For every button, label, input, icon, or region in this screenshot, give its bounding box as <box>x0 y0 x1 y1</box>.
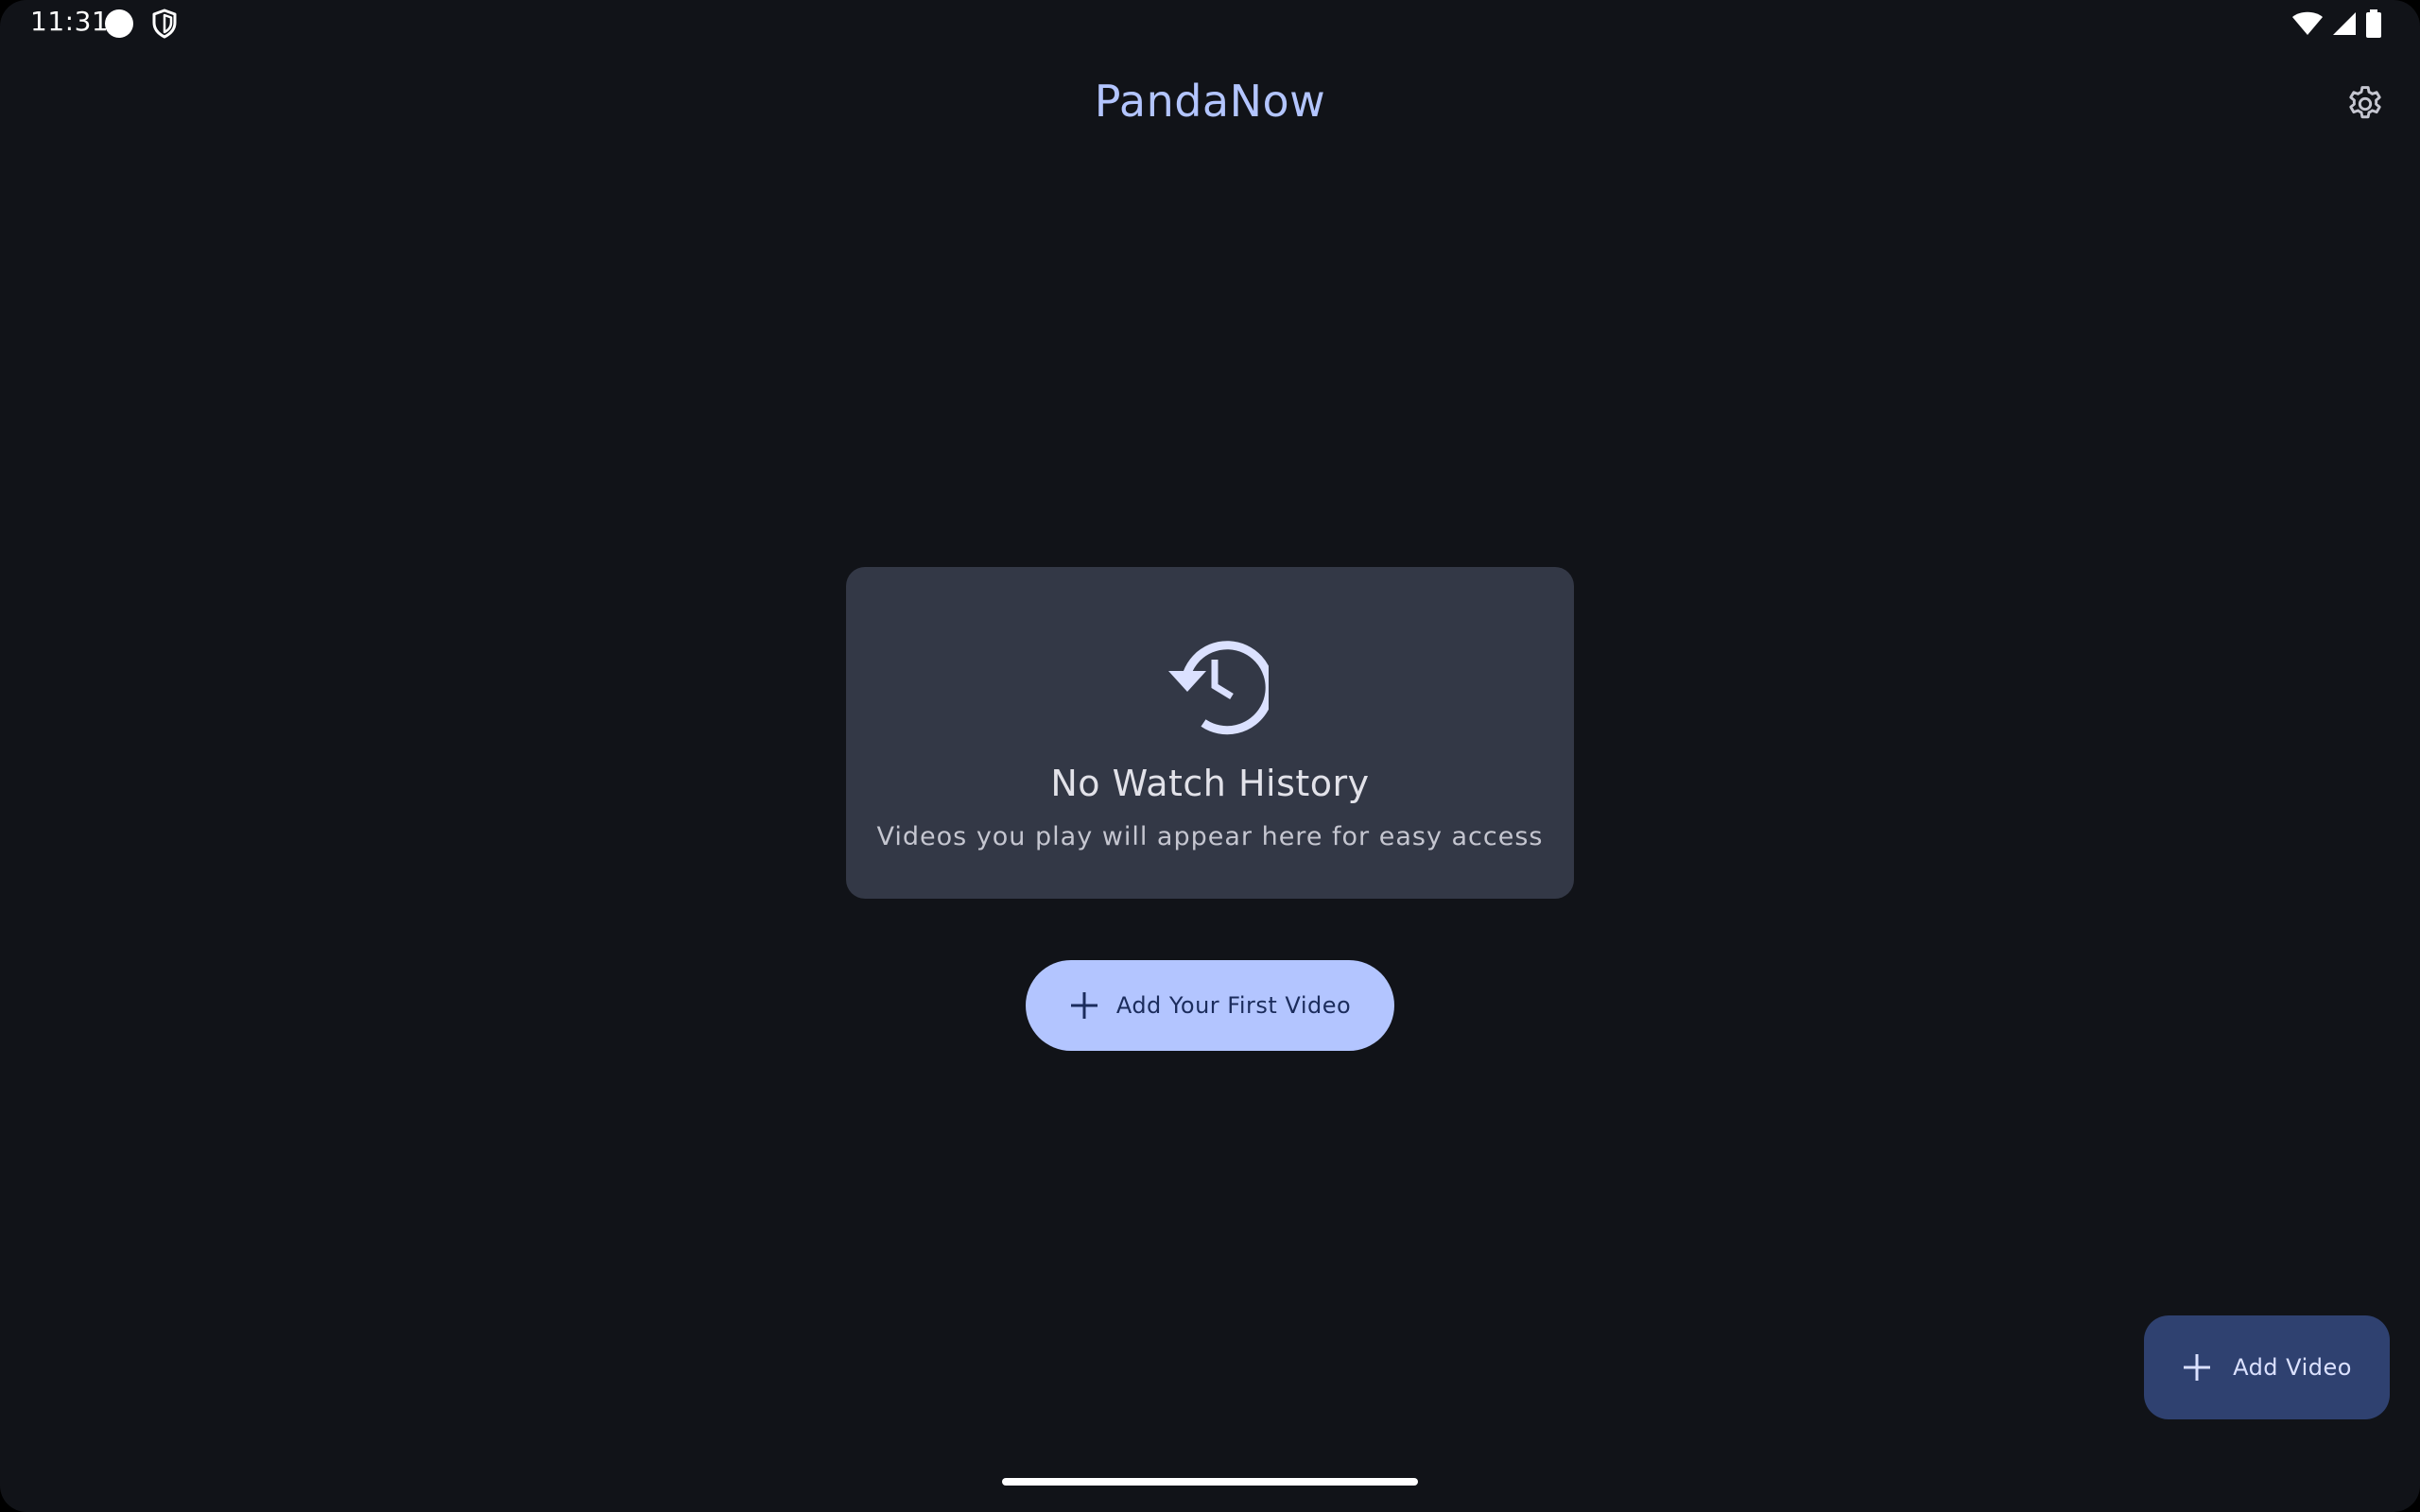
wifi-icon <box>2292 11 2323 35</box>
circle-notification-icon <box>105 9 133 38</box>
empty-state-title: No Watch History <box>1050 763 1370 804</box>
battery-icon <box>2366 9 2381 38</box>
plus-icon <box>1070 992 1098 1019</box>
status-icons <box>2291 9 2382 38</box>
history-icon <box>1168 641 1269 735</box>
add-first-video-label: Add Your First Video <box>1115 992 1352 1019</box>
settings-button[interactable] <box>2341 79 2390 129</box>
gear-icon <box>2349 86 2381 119</box>
status-bar: 11:31 <box>0 0 2420 45</box>
add-video-label: Add Video <box>2233 1354 2352 1381</box>
plus-icon <box>2184 1354 2211 1381</box>
signal-icon <box>2333 12 2356 35</box>
gesture-nav-handle[interactable] <box>1002 1478 1418 1486</box>
add-first-video-button[interactable]: Add Your First Video <box>1026 960 1394 1051</box>
status-time: 11:31 <box>30 6 110 37</box>
empty-state-subtitle: Videos you play will appear here for eas… <box>876 822 1544 851</box>
empty-state-card: No Watch History Videos you play will ap… <box>846 567 1574 899</box>
shield-icon <box>152 9 177 39</box>
add-video-fab[interactable]: Add Video <box>2144 1315 2390 1419</box>
app-title: PandaNow <box>1094 76 1326 127</box>
app-screen: 11:31 PandaNow No Watch History Videos y… <box>0 0 2420 1512</box>
